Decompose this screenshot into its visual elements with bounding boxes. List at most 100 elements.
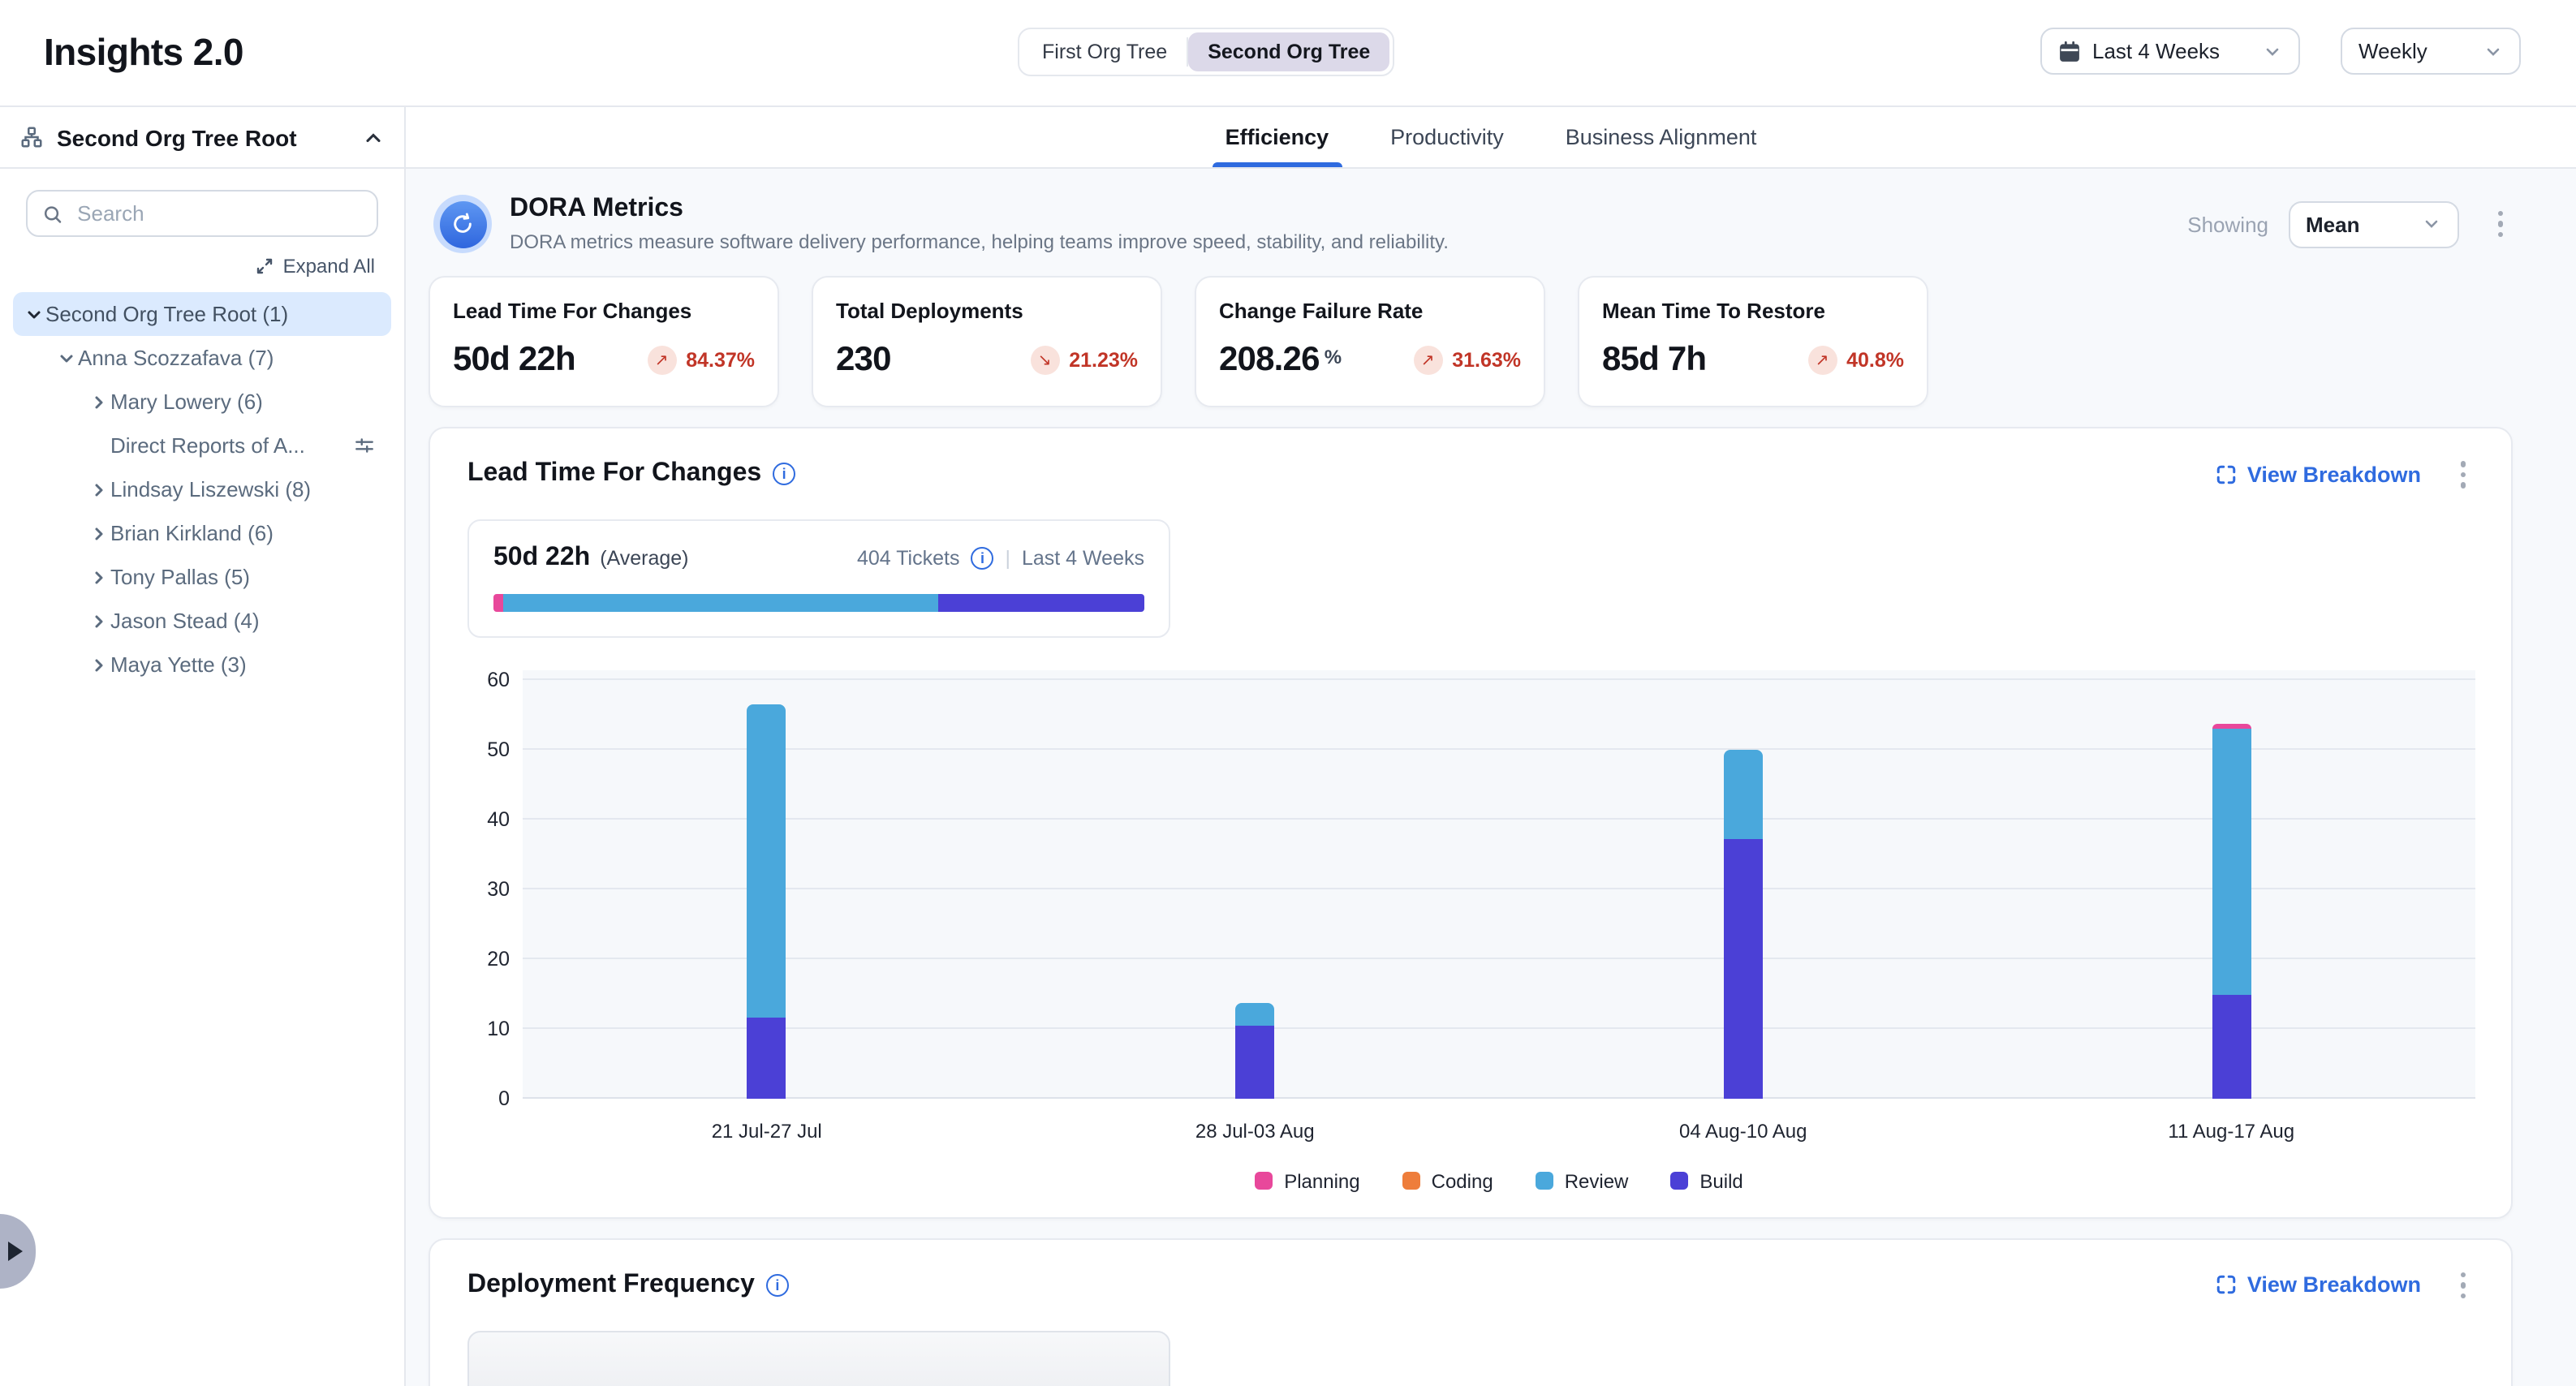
trend-percent: 84.37% bbox=[686, 349, 755, 372]
date-range-value: Last 4 Weeks bbox=[2092, 39, 2220, 63]
bar-segment-review bbox=[1235, 1004, 1274, 1026]
collapse-sidebar-chevron-up-icon[interactable] bbox=[362, 126, 385, 148]
deployment-kebab-menu[interactable] bbox=[2450, 1262, 2475, 1308]
tab-efficiency[interactable]: Efficiency bbox=[1222, 107, 1333, 167]
legend-item-build[interactable]: Build bbox=[1670, 1169, 1742, 1192]
tab-business-alignment[interactable]: Business Alignment bbox=[1562, 107, 1760, 167]
dora-kebab-menu[interactable] bbox=[2488, 201, 2513, 248]
tickets-count: 404 Tickets bbox=[857, 546, 959, 569]
trend-badge: ↗ 31.63% bbox=[1413, 346, 1521, 375]
content-area: DORA Metrics DORA metrics measure softwa… bbox=[406, 169, 2576, 1386]
legend-label: Build bbox=[1699, 1169, 1742, 1192]
lead-time-chart: 0102030405060 21 Jul-27 Jul28 Jul-03 Aug… bbox=[523, 669, 2475, 1192]
metric-card-lead-time-for-changes: Lead Time For Changes 50d 22h ↗ 84.37% bbox=[429, 276, 779, 407]
y-axis-tick-label: 0 bbox=[454, 1087, 510, 1109]
deployment-frequency-title: Deployment Frequency bbox=[467, 1271, 755, 1300]
view-breakdown-link[interactable]: View Breakdown bbox=[2216, 1273, 2421, 1298]
info-icon[interactable]: i bbox=[766, 1274, 789, 1297]
search-box bbox=[26, 190, 378, 237]
dora-title: DORA Metrics bbox=[510, 195, 1449, 224]
page-title: Insights 2.0 bbox=[44, 31, 243, 75]
metric-value: 50d 22h bbox=[453, 341, 575, 380]
chevron-down-icon bbox=[2263, 41, 2282, 61]
trend-badge: ↗ 40.8% bbox=[1807, 346, 1904, 375]
org-tree-toggle: First Org TreeSecond Org Tree bbox=[1018, 28, 1394, 76]
tree-item[interactable]: Anna Scozzafava (7) bbox=[13, 336, 391, 380]
aggregation-dropdown[interactable]: Mean bbox=[2288, 200, 2458, 248]
chart-x-axis-labels: 21 Jul-27 Jul28 Jul-03 Aug04 Aug-10 Aug1… bbox=[523, 1119, 2475, 1142]
tree-item[interactable]: Brian Kirkland (6) bbox=[13, 511, 391, 555]
expand-all-button[interactable]: Expand All bbox=[0, 255, 375, 278]
legend-label: Coding bbox=[1432, 1169, 1493, 1192]
tree-item-label: Mary Lowery (6) bbox=[110, 390, 263, 414]
trend-arrow-up-icon: ↗ bbox=[1807, 346, 1837, 375]
expand-arrows-icon bbox=[256, 256, 275, 276]
chevron-down-icon bbox=[2421, 214, 2440, 234]
insights-app: { "header": { "title": "Insights 2.0", "… bbox=[0, 0, 2576, 1386]
legend-item-review[interactable]: Review bbox=[1536, 1169, 1629, 1192]
chart-legend: Planning Coding Review Build bbox=[523, 1169, 2475, 1192]
lead-time-kebab-menu[interactable] bbox=[2450, 451, 2475, 497]
tab-productivity[interactable]: Productivity bbox=[1387, 107, 1507, 167]
metric-card-total-deployments: Total Deployments 230 ↘ 21.23% bbox=[812, 276, 1162, 407]
dora-metrics-icon bbox=[433, 195, 492, 253]
x-axis-label: 28 Jul-03 Aug bbox=[1011, 1119, 1500, 1142]
bars-layer bbox=[523, 669, 2475, 1098]
tree-item-label: Jason Stead (4) bbox=[110, 609, 260, 633]
chevron-down-icon bbox=[2483, 41, 2503, 61]
lead-time-section: Lead Time For Changes i View Breakdown 5… bbox=[429, 427, 2513, 1218]
tree-item[interactable]: Tony Pallas (5) bbox=[13, 555, 391, 599]
bar-segment-build bbox=[1724, 840, 1763, 1098]
tree-item[interactable]: Direct Reports of A... bbox=[13, 424, 391, 467]
y-axis-tick-label: 40 bbox=[454, 807, 510, 830]
legend-label: Planning bbox=[1284, 1169, 1359, 1192]
chevron-down-icon bbox=[57, 348, 76, 368]
info-icon[interactable]: i bbox=[971, 546, 993, 569]
trend-arrow-down-icon: ↘ bbox=[1030, 346, 1059, 375]
y-axis-tick-label: 50 bbox=[454, 738, 510, 760]
aggregation-value: Mean bbox=[2306, 212, 2359, 236]
date-range-dropdown[interactable]: Last 4 Weeks bbox=[2040, 28, 2300, 75]
y-axis-tick-label: 60 bbox=[454, 668, 510, 691]
trend-badge: ↗ 84.37% bbox=[647, 346, 755, 375]
sidebar: Second Org Tree Root Expand All Second O… bbox=[0, 107, 406, 1386]
trend-percent: 31.63% bbox=[1452, 349, 1521, 372]
metric-cards-row: Lead Time For Changes 50d 22h ↗ 84.37% T… bbox=[429, 276, 2513, 407]
org-toggle-option[interactable]: Second Org Tree bbox=[1188, 32, 1389, 71]
bar-segment-build bbox=[747, 1018, 786, 1098]
info-icon[interactable]: i bbox=[773, 463, 795, 486]
x-axis-label: 04 Aug-10 Aug bbox=[1499, 1119, 1988, 1142]
chevron-right-icon bbox=[89, 655, 109, 674]
tree-item[interactable]: Mary Lowery (6) bbox=[13, 380, 391, 424]
tree-item-label: Maya Yette (3) bbox=[110, 652, 247, 677]
tabs-bar: Efficiency Productivity Business Alignment bbox=[406, 107, 2576, 169]
metric-card-change-failure-rate: Change Failure Rate 208.26 % ↗ 31.63% bbox=[1195, 276, 1545, 407]
expand-view-icon bbox=[2216, 1275, 2238, 1296]
view-breakdown-link[interactable]: View Breakdown bbox=[2216, 463, 2421, 487]
tree-item[interactable]: Jason Stead (4) bbox=[13, 599, 391, 643]
deployment-summary-placeholder bbox=[467, 1331, 1170, 1386]
org-tree: Second Org Tree Root (1) Anna Scozzafava … bbox=[0, 292, 404, 687]
tree-item[interactable]: Lindsay Liszewski (8) bbox=[13, 467, 391, 511]
showing-label: Showing bbox=[2187, 212, 2268, 236]
legend-item-coding[interactable]: Coding bbox=[1402, 1169, 1493, 1192]
legend-swatch bbox=[1255, 1172, 1273, 1190]
bar-segment-build bbox=[1235, 1026, 1274, 1098]
sliders-icon[interactable] bbox=[354, 435, 375, 456]
search-input[interactable] bbox=[74, 200, 362, 227]
view-breakdown-label: View Breakdown bbox=[2247, 1273, 2421, 1298]
legend-item-planning[interactable]: Planning bbox=[1255, 1169, 1359, 1192]
bar-slot bbox=[1011, 669, 1500, 1098]
granularity-dropdown[interactable]: Weekly bbox=[2341, 28, 2521, 75]
tree-item[interactable]: Maya Yette (3) bbox=[13, 643, 391, 687]
org-toggle-option[interactable]: First Org Tree bbox=[1023, 32, 1187, 71]
tree-item-label: Anna Scozzafava (7) bbox=[78, 346, 274, 370]
chevron-right-icon bbox=[89, 567, 109, 587]
triangle-right-icon bbox=[8, 1242, 23, 1261]
top-header: Insights 2.0 First Org TreeSecond Org Tr… bbox=[0, 0, 2576, 107]
metric-value: 230 bbox=[836, 341, 891, 380]
dora-description: DORA metrics measure software delivery p… bbox=[510, 230, 1449, 253]
tree-item[interactable]: Second Org Tree Root (1) bbox=[13, 292, 391, 336]
deployment-frequency-section: Deployment Frequency i View Breakdown bbox=[429, 1238, 2513, 1386]
x-axis-label: 21 Jul-27 Jul bbox=[523, 1119, 1011, 1142]
